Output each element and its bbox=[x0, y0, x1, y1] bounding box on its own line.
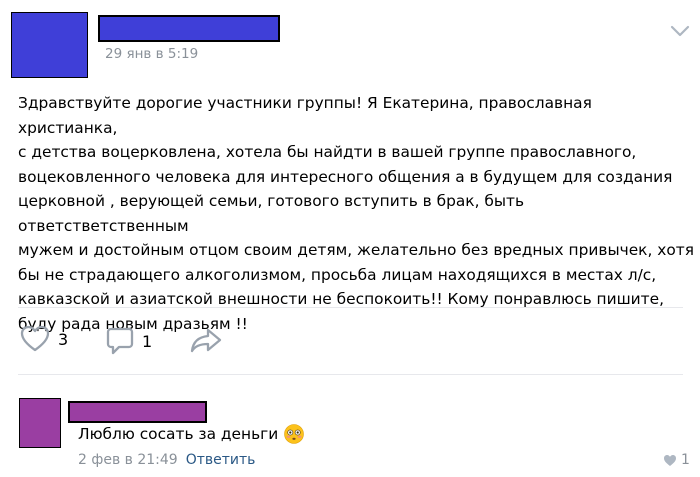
heart-icon bbox=[20, 325, 50, 352]
comment-bubble-icon bbox=[106, 327, 134, 355]
like-count: 3 bbox=[58, 329, 69, 349]
comment-author-name-redacted[interactable] bbox=[68, 401, 207, 423]
reply-link[interactable]: Ответить bbox=[186, 452, 256, 468]
comment-button[interactable]: 1 bbox=[106, 326, 152, 356]
heart-icon bbox=[664, 454, 676, 466]
divider bbox=[18, 374, 683, 375]
post-author-avatar[interactable] bbox=[11, 12, 88, 78]
comment-like-button[interactable]: 1 bbox=[663, 452, 690, 468]
comment-text: Люблю сосать за деньги bbox=[78, 425, 279, 443]
flushed-face-icon bbox=[284, 424, 305, 444]
comment-author-avatar[interactable] bbox=[19, 398, 61, 448]
share-arrow-icon bbox=[190, 328, 222, 353]
comment-count: 1 bbox=[142, 331, 153, 351]
chevron-down-icon[interactable] bbox=[668, 22, 692, 40]
comment-like-count: 1 bbox=[681, 452, 690, 468]
share-button[interactable] bbox=[189, 326, 223, 356]
post-text: Здравствуйте дорогие участники группы! Я… bbox=[18, 94, 694, 333]
comment: Люблю сосать за деньги bbox=[78, 424, 305, 444]
like-button[interactable]: 3 bbox=[20, 325, 68, 353]
divider bbox=[18, 307, 683, 308]
comment-date[interactable]: 2 фев в 21:49 bbox=[78, 452, 178, 468]
post-date[interactable]: 29 янв в 5:19 bbox=[105, 46, 198, 62]
comment-meta: 2 фев в 21:49 Ответить bbox=[78, 452, 255, 468]
post-author-name-redacted[interactable] bbox=[98, 15, 280, 42]
